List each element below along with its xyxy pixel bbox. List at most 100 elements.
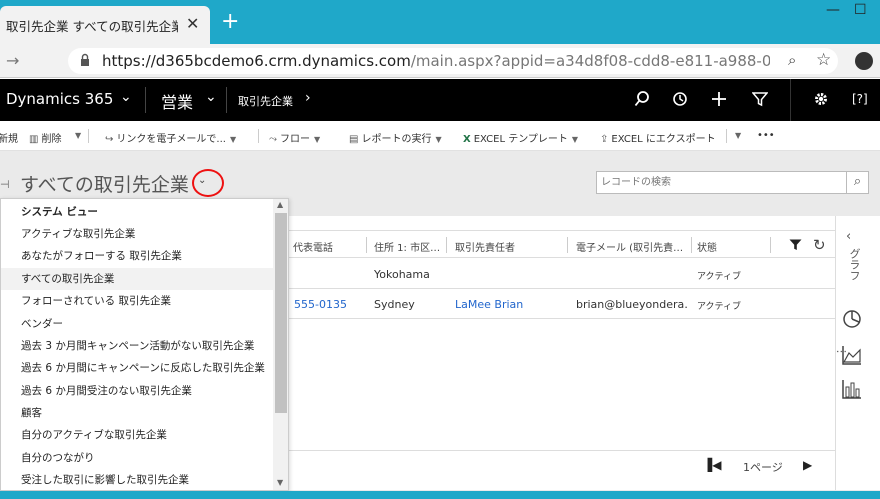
profile-avatar-icon[interactable] — [855, 52, 873, 70]
new-button-label: 新規 — [0, 134, 18, 145]
view-option[interactable]: 自分のアクティブな取引先企業 — [1, 424, 273, 446]
flow-label: フロー — [280, 134, 310, 145]
browser-tab-strip: 取引先企業 すべての取引先企業 - ✕ + — ☐ — [0, 0, 880, 44]
taskbar-strip — [0, 491, 880, 499]
column-divider — [446, 237, 447, 253]
excel-template-label: EXCEL テンプレート — [473, 134, 568, 145]
delete-button[interactable]: ▥ 削除 — [29, 130, 61, 145]
minimize-icon[interactable]: — — [826, 2, 840, 18]
column-divider — [691, 237, 692, 253]
export-excel-button[interactable]: ⇪ EXCEL にエクスポート — [600, 130, 716, 145]
nav-divider — [145, 87, 146, 113]
next-page-icon[interactable]: ▶ — [803, 458, 812, 472]
nav-divider — [226, 87, 227, 113]
column-header-city[interactable]: 住所 1: 市区… — [374, 239, 450, 254]
area-chart-icon[interactable] — [841, 344, 863, 366]
run-report-label: レポートの実行 — [361, 134, 432, 145]
scroll-down-icon[interactable]: ▼ — [277, 478, 283, 487]
view-option[interactable]: 顧客 — [1, 402, 273, 424]
chart-expand-chevron-icon[interactable]: ‹ — [846, 229, 851, 244]
view-option[interactable]: 自分のつながり — [1, 447, 273, 469]
browser-tab[interactable]: 取引先企業 すべての取引先企業 - ✕ — [0, 6, 210, 44]
run-report-button[interactable]: ▤ レポートの実行 ▼ — [349, 130, 442, 145]
cell-status: アクティブ — [697, 272, 742, 282]
area-chevron-down-icon[interactable]: ⌄ — [205, 89, 217, 105]
zoom-icon[interactable]: ⌕ — [788, 51, 796, 69]
help-icon[interactable]: [?] — [852, 90, 868, 108]
quick-create-plus-icon[interactable] — [711, 90, 727, 108]
grid-filter-icon[interactable] — [789, 239, 802, 251]
view-option[interactable]: 過去 3 か月間キャンペーン活動がない取引先企業 — [1, 335, 273, 357]
column-header-email[interactable]: 電子メール (取引先責… — [576, 239, 691, 254]
pin-icon[interactable]: ⊣ — [0, 178, 10, 191]
forward-icon[interactable]: → — [6, 51, 19, 70]
first-page-icon[interactable]: ▐◀ — [703, 458, 721, 472]
nav-divider — [790, 79, 791, 121]
column-header-contact[interactable]: 取引先責任者 — [455, 239, 565, 254]
lock-icon — [81, 53, 89, 66]
delete-button-label: 削除 — [41, 134, 62, 145]
url-host: https://d365bcdemo6.crm.dynamics.com — [102, 52, 411, 70]
view-option-selected[interactable]: すべての取引先企業 — [1, 268, 273, 290]
record-search-box: ⌕ — [596, 171, 869, 194]
dropdown-scrollbar[interactable]: ▲ ▼ — [273, 199, 288, 490]
view-option[interactable]: フォローされている 取引先企業 — [1, 290, 273, 312]
email-link-label: リンクを電子メールで... — [116, 134, 226, 145]
view-option[interactable]: 受注した取引に影響した取引先企業 — [1, 469, 273, 490]
view-option[interactable]: あなたがフォローする 取引先企業 — [1, 245, 273, 267]
more-commands-button[interactable]: ••• — [757, 130, 775, 141]
excel-template-button[interactable]: X EXCEL テンプレート ▼ — [463, 130, 578, 145]
refresh-icon[interactable]: ↻ — [813, 236, 826, 254]
view-option[interactable]: 過去 6 か月間にキャンペーンに反応した取引先企業 — [1, 357, 273, 379]
column-header-status[interactable]: 状態 — [697, 239, 757, 254]
cell-email[interactable]: brian@blueyondera… — [576, 298, 688, 311]
view-title[interactable]: すべての取引先企業 — [20, 170, 189, 197]
bookmark-star-icon[interactable]: ☆ — [816, 50, 831, 70]
email-link-button[interactable]: ↪ リンクを電子メールで... ▼ — [105, 130, 236, 145]
view-option[interactable]: 過去 6 か月間受注のない取引先企業 — [1, 380, 273, 402]
record-search-input[interactable] — [597, 172, 847, 193]
search-icon[interactable] — [634, 90, 650, 108]
flow-button[interactable]: ⤳ フロー ▼ — [269, 130, 320, 145]
flow-icon: ⤳ — [269, 134, 277, 145]
cell-status: アクティブ — [697, 302, 742, 312]
breadcrumb[interactable]: 取引先企業 — [238, 93, 293, 109]
recent-history-icon[interactable] — [672, 90, 688, 108]
table-row[interactable]: Yokohama アクティブ — [288, 259, 835, 289]
table-row[interactable]: 555-0135 Sydney LaMee Brian brian@blueyo… — [288, 289, 835, 319]
grid-pager: ▐◀ 1ページ ▶ — [288, 450, 835, 480]
app-chevron-down-icon[interactable]: ⌄ — [120, 89, 132, 105]
cell-contact[interactable]: LaMee Brian — [455, 298, 523, 311]
url-field[interactable]: https://d365bcdemo6.crm.dynamics.com/mai… — [68, 48, 838, 74]
scrollbar-thumb[interactable] — [275, 213, 287, 413]
view-option[interactable]: アクティブな取引先企業 — [1, 223, 273, 245]
gear-icon[interactable] — [813, 90, 829, 108]
chart-pane-label[interactable]: グラフ — [846, 248, 862, 281]
advanced-filter-icon[interactable] — [752, 90, 768, 108]
cell-phone[interactable]: 555-0135 — [294, 298, 347, 311]
tab-close-icon[interactable]: ✕ — [186, 14, 199, 33]
export-dropdown-icon[interactable]: ▼ — [731, 130, 741, 141]
tab-title: 取引先企業 すべての取引先企業 - — [6, 19, 178, 34]
cell-city: Sydney — [374, 298, 415, 311]
view-option[interactable]: ベンダー — [1, 313, 273, 335]
app-name[interactable]: Dynamics 365 — [6, 90, 113, 108]
excel-icon: X — [463, 134, 471, 145]
scroll-up-icon[interactable]: ▲ — [277, 200, 283, 209]
bar-chart-icon[interactable] — [841, 378, 863, 400]
command-divider — [258, 129, 259, 143]
maximize-icon[interactable]: ☐ — [854, 2, 867, 18]
new-button[interactable]: 新規 — [0, 130, 18, 145]
pie-chart-icon[interactable] — [841, 308, 863, 330]
search-icon[interactable]: ⌕ — [846, 172, 868, 193]
area-name[interactable]: 営業 — [161, 89, 193, 113]
trash-icon: ▥ — [29, 134, 39, 145]
new-tab-button[interactable]: + — [221, 11, 239, 33]
url-text: https://d365bcdemo6.crm.dynamics.com/mai… — [102, 52, 770, 70]
column-header-phone[interactable]: 代表電話 — [293, 239, 363, 254]
breadcrumb-chevron-icon[interactable]: › — [305, 90, 311, 106]
email-link-icon: ↪ — [105, 134, 114, 145]
delete-dropdown-icon[interactable]: ▼ — [71, 130, 81, 141]
command-bar: 新規 ▥ 削除 ▼ ↪ リンクを電子メールで... ▼ ⤳ フロー ▼ ▤ レポートの実行 ▼… — [0, 121, 880, 151]
app-navbar: Dynamics 365 ⌄ 営業 ⌄ 取引先企業 › [?] — [0, 79, 880, 121]
